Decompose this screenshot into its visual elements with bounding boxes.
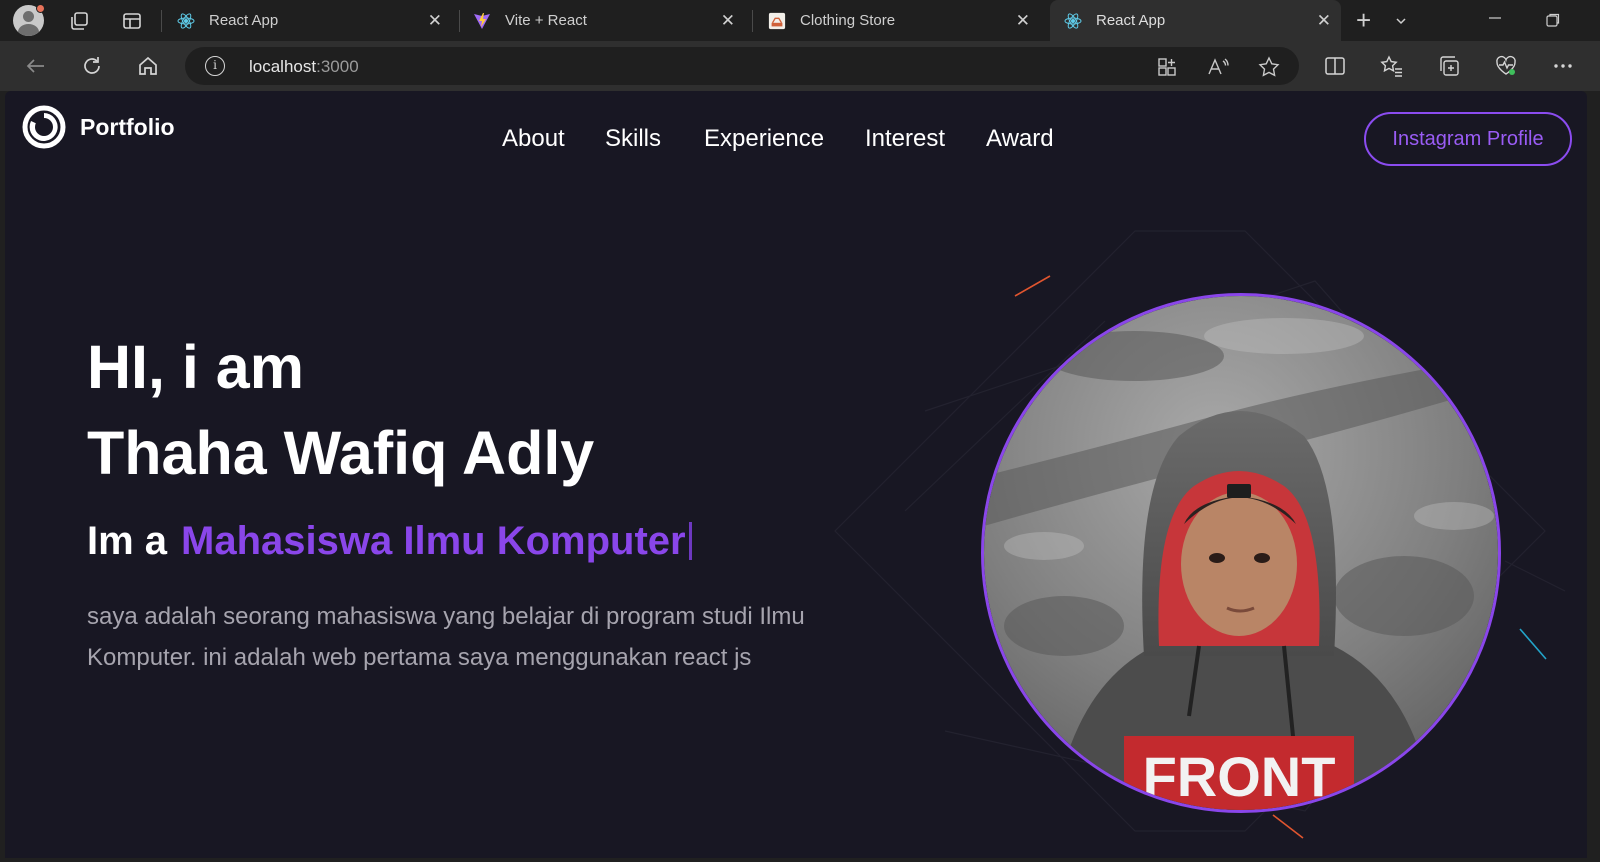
tab-close-icon[interactable]: ✕ — [428, 11, 442, 31]
split-screen-icon[interactable] — [1321, 52, 1349, 80]
back-arrow-icon[interactable] — [22, 52, 50, 80]
react-icon — [177, 12, 195, 30]
store-icon — [768, 12, 786, 30]
window-edge — [1587, 91, 1600, 862]
nav-link-award[interactable]: Award — [986, 125, 1054, 153]
minimize-icon[interactable] — [1488, 10, 1502, 30]
nav-link-skills[interactable]: Skills — [605, 125, 661, 153]
tab-react-app-1[interactable]: React App ✕ — [167, 0, 452, 41]
react-icon — [1064, 12, 1082, 30]
tab-list-chevron-down-icon[interactable] — [1395, 12, 1407, 32]
tab-divider — [459, 10, 460, 32]
favorites-icon[interactable] — [1378, 52, 1406, 80]
browser-tab-strip: React App ✕ Vite + React ✕ Clothing Stor… — [0, 0, 1600, 41]
page-viewport: Portfolio About Skills Experience Intere… — [5, 91, 1587, 858]
tab-divider — [752, 10, 753, 32]
site-info-icon[interactable]: i — [205, 56, 225, 76]
read-aloud-icon[interactable] — [1207, 56, 1229, 78]
tab-vite-react[interactable]: Vite + React ✕ — [463, 0, 745, 41]
new-tab-plus-icon[interactable]: + — [1356, 5, 1371, 36]
main-nav: About Skills Experience Interest Award — [5, 125, 1587, 155]
home-icon[interactable] — [134, 52, 162, 80]
tab-close-icon[interactable]: ✕ — [721, 11, 735, 31]
nav-link-interest[interactable]: Interest — [865, 125, 945, 153]
vite-icon — [473, 12, 491, 30]
tab-react-app-active[interactable]: React App ✕ — [1050, 0, 1341, 41]
more-options-icon[interactable] — [1549, 52, 1577, 80]
hero-role-word: Mahasiswa Ilmu Komputer — [181, 519, 686, 563]
browser-toolbar: i localhost:3000 — [0, 41, 1600, 91]
tab-close-icon[interactable]: ✕ — [1317, 11, 1331, 31]
browser-essentials-heart-icon[interactable] — [1492, 52, 1520, 80]
hero-role-prefix: Im a — [87, 519, 168, 563]
tab-actions-icon[interactable] — [119, 8, 145, 34]
tab-title: React App — [1096, 12, 1166, 29]
hero-description: saya adalah seorang mahasiswa yang belaj… — [87, 603, 805, 671]
tab-close-icon[interactable]: ✕ — [1016, 11, 1030, 31]
nav-link-about[interactable]: About — [502, 125, 565, 153]
profile-photo: FRONT — [981, 293, 1501, 813]
refresh-icon[interactable] — [78, 52, 106, 80]
hero-name: Thaha Wafiq Adly — [87, 419, 595, 487]
favorite-star-icon[interactable] — [1258, 56, 1280, 78]
app-available-icon[interactable] — [1156, 56, 1178, 78]
url-text[interactable]: localhost:3000 — [249, 57, 359, 77]
collections-icon[interactable] — [1435, 52, 1463, 80]
hero-greeting: HI, i am — [87, 333, 304, 401]
address-bar[interactable]: i localhost:3000 — [185, 47, 1299, 85]
shirt-print-text: FRONT — [1143, 745, 1336, 808]
workspaces-icon[interactable] — [66, 8, 92, 34]
profile-notification-dot — [36, 4, 45, 13]
tab-divider — [161, 10, 162, 32]
hero-role-line: Im a Mahasiswa Ilmu Komputer — [87, 521, 692, 561]
tab-title: Clothing Store — [800, 12, 896, 29]
tab-title: React App — [209, 12, 279, 29]
nav-link-experience[interactable]: Experience — [704, 125, 824, 153]
tab-title: Vite + React — [505, 12, 587, 29]
restore-window-icon[interactable] — [1546, 12, 1560, 32]
tab-clothing-store[interactable]: Clothing Store ✕ — [758, 0, 1040, 41]
profile-photo-illustration: FRONT — [984, 296, 1498, 810]
typing-cursor — [688, 522, 692, 560]
instagram-profile-button[interactable]: Instagram Profile — [1364, 112, 1572, 166]
